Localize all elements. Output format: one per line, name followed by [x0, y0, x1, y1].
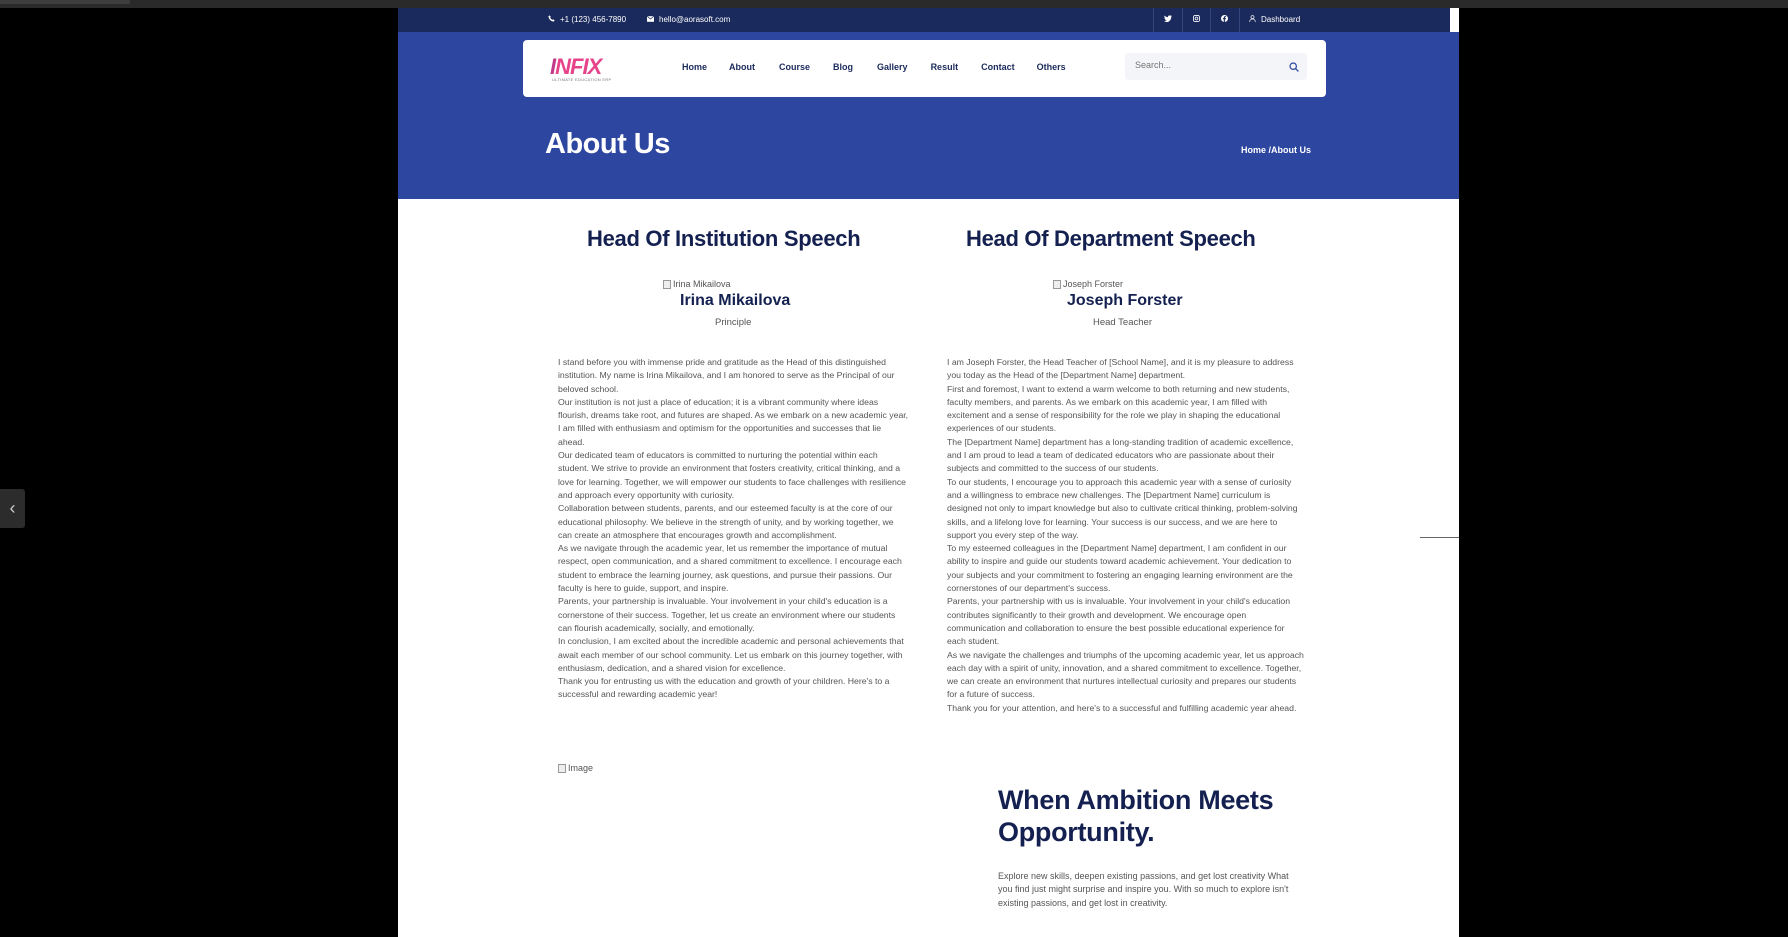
- institution-person-role: Principle: [715, 317, 752, 328]
- divider: [1239, 8, 1240, 32]
- speech-paragraph: I stand before you with immense pride an…: [558, 357, 895, 394]
- email-contact[interactable]: hello@aorasoft.com: [646, 15, 731, 24]
- instagram-icon[interactable]: [1193, 15, 1200, 22]
- search-icon[interactable]: [1289, 59, 1299, 77]
- browser-top-bar: [0, 0, 1788, 8]
- speech-paragraph: Thank you for entrusting us with the edu…: [558, 676, 890, 700]
- dashboard-link[interactable]: Dashboard: [1249, 15, 1300, 24]
- speech-paragraph: To our students, I encourage you to appr…: [947, 476, 1298, 540]
- broken-image-icon: [558, 763, 566, 773]
- speech-paragraph: The [Department Name] department has a l…: [947, 436, 1294, 474]
- user-icon: [1249, 15, 1256, 24]
- hero-banner: INFIX ULTIMATE EDUCATION ERP Home About …: [398, 32, 1459, 199]
- page-title: About Us: [545, 128, 670, 160]
- browser-tab[interactable]: [0, 0, 130, 4]
- nav-home[interactable]: Home: [682, 62, 707, 72]
- search-input[interactable]: [1135, 60, 1275, 70]
- department-person-name: Joseph Forster: [1067, 292, 1183, 309]
- twitter-icon[interactable]: [1164, 15, 1172, 22]
- nav-blog[interactable]: Blog: [833, 62, 853, 72]
- facebook-icon[interactable]: [1221, 15, 1228, 22]
- mail-icon: [646, 15, 655, 24]
- phone-contact[interactable]: +1 (123) 456-7890: [548, 15, 626, 24]
- page: +1 (123) 456-7890 hello@aorasoft.com Das…: [398, 8, 1459, 937]
- logo-tagline: ULTIMATE EDUCATION ERP: [552, 77, 612, 82]
- nav-gallery[interactable]: Gallery: [877, 62, 908, 72]
- divider: [1210, 8, 1211, 32]
- nav-others[interactable]: Others: [1037, 62, 1066, 72]
- speech-paragraph: Collaboration between students, parents,…: [558, 503, 894, 540]
- phone-icon: [548, 15, 555, 24]
- speech-paragraph: Thank you for your attention, and here's…: [947, 702, 1297, 713]
- institution-speech: I stand before you with immense pride an…: [558, 356, 910, 702]
- left-arrow-icon[interactable]: ‹: [0, 489, 25, 528]
- speech-paragraph: Our institution is not just a place of e…: [558, 396, 909, 447]
- nav-result[interactable]: Result: [931, 62, 959, 72]
- joseph-photo: Joseph Forster: [1053, 279, 1123, 289]
- department-heading: Head Of Department Speech: [966, 226, 1256, 251]
- speech-paragraph: I am Joseph Forster, the Head Teacher of…: [947, 357, 1294, 381]
- nav-menu: Home About Course Blog Gallery Result Co…: [682, 62, 1066, 72]
- nav-course[interactable]: Course: [779, 62, 810, 72]
- institution-heading: Head Of Institution Speech: [587, 226, 861, 251]
- divider: [1182, 8, 1183, 32]
- breadcrumb[interactable]: Home /About Us: [1241, 145, 1311, 155]
- ambition-text: Explore new skills, deepen existing pass…: [998, 871, 1289, 908]
- irina-photo: Irina Mikailova: [663, 279, 731, 289]
- speech-paragraph: In conclusion, I am excited about the in…: [558, 636, 904, 673]
- speech-paragraph: Parents, your partnership with us is inv…: [947, 596, 1291, 647]
- department-person-role: Head Teacher: [1093, 317, 1152, 328]
- speech-paragraph: Parents, your partnership is invaluable.…: [558, 596, 896, 633]
- speech-paragraph: Our dedicated team of educators is commi…: [558, 450, 907, 500]
- email-address: hello@aorasoft.com: [659, 15, 731, 24]
- speech-paragraph: As we navigate through the academic year…: [558, 543, 902, 594]
- top-contact-bar: +1 (123) 456-7890 hello@aorasoft.com Das…: [398, 8, 1450, 32]
- ambition-image: Image: [558, 763, 593, 773]
- dashboard-label: Dashboard: [1261, 15, 1301, 24]
- nav-contact[interactable]: Contact: [981, 62, 1015, 72]
- speech-paragraph: First and foremost, I want to extend a w…: [947, 383, 1290, 434]
- phone-number: +1 (123) 456-7890: [560, 15, 627, 24]
- main-navbar: INFIX ULTIMATE EDUCATION ERP Home About …: [523, 40, 1326, 97]
- search-box: [1125, 53, 1307, 80]
- nav-about[interactable]: About: [729, 62, 755, 72]
- divider: [1153, 8, 1154, 32]
- speech-paragraph: As we navigate the challenges and triump…: [947, 649, 1304, 700]
- institution-person-name: Irina Mikailova: [680, 292, 791, 309]
- side-divider: [1420, 537, 1459, 538]
- speech-paragraph: To my esteemed colleagues in the [Depart…: [947, 543, 1293, 594]
- broken-image-icon: [1053, 279, 1061, 289]
- department-speech: I am Joseph Forster, the Head Teacher of…: [947, 356, 1305, 715]
- ambition-title: When Ambition Meets Opportunity.: [998, 785, 1274, 847]
- broken-image-icon: [663, 279, 671, 289]
